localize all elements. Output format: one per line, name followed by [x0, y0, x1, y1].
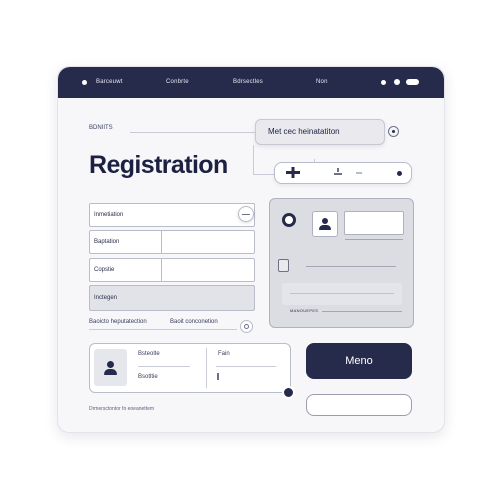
profile-card[interactable]: Bsteolte Bsotltie Fain [89, 343, 291, 393]
dot-icon[interactable] [397, 171, 402, 176]
panel-block [282, 283, 402, 305]
text-cursor-icon [217, 373, 219, 380]
toggle-slider-icon[interactable] [333, 168, 343, 178]
control-bar[interactable] [274, 162, 412, 184]
divider [89, 329, 237, 330]
avatar [312, 211, 338, 237]
nav-item-2[interactable]: Conbrte [166, 79, 189, 85]
panel-input[interactable] [344, 211, 404, 235]
refresh-icon[interactable] [240, 320, 253, 333]
avatar [94, 349, 127, 386]
form-field-1[interactable]: Inmetiation [89, 203, 255, 227]
footer-right-text: Baoit conconetion [170, 319, 218, 325]
plus-icon[interactable] [286, 167, 300, 178]
form-field-4[interactable]: Inctegen [89, 285, 255, 311]
window-dot-icon [82, 80, 87, 85]
window-toggle-icon[interactable] [406, 79, 419, 85]
profile-label-2: Bsotltie [138, 374, 158, 380]
app-window: Barceuwt Conbrte Bdrsectles Non BDNIITS … [57, 66, 445, 433]
divider [138, 366, 190, 367]
title-bar: Barceuwt Conbrte Bdrsectles Non [58, 67, 444, 98]
panel-line [322, 311, 402, 312]
minus-icon[interactable] [355, 169, 363, 177]
panel-line [345, 239, 403, 240]
field-label-3: Copstie [90, 259, 162, 281]
profile-label-1: Bsteolte [138, 351, 160, 357]
user-icon [322, 218, 328, 224]
panel-caption: MANOUEPES [290, 308, 319, 313]
user-icon [107, 361, 114, 368]
lock-icon [278, 259, 289, 272]
connector-line [253, 145, 254, 175]
page-title: Registration [89, 151, 228, 179]
pill-heading-text: Met cec heinatatiton [268, 127, 340, 136]
field-label-2: Baptation [90, 231, 162, 253]
notification-dot-icon[interactable] [381, 80, 386, 85]
form-field-2[interactable]: Baptation [89, 230, 255, 254]
nav-item-1[interactable]: Barceuwt [96, 79, 123, 85]
eyebrow-label: BDNIITS [89, 125, 113, 131]
field-toggle-icon[interactable] [238, 206, 254, 222]
footer-left-text: Baoicto heputatection [89, 319, 147, 325]
handle-dot-icon[interactable] [282, 386, 295, 399]
divider [216, 366, 276, 367]
radio-icon[interactable] [282, 213, 296, 227]
bottom-note: Drmersctontor fo eoeanettem [89, 406, 155, 412]
menu-button[interactable]: Meno [306, 343, 412, 379]
divider [130, 132, 255, 133]
profile-value-1: Fain [218, 351, 230, 357]
preview-panel: MANOUEPES [269, 198, 414, 328]
nav-item-3[interactable]: Bdrsectles [233, 79, 263, 85]
form-field-3[interactable]: Copstie [89, 258, 255, 282]
field-label-1: Inmetiation [94, 212, 124, 218]
field-label-4: Inctegen [94, 295, 118, 301]
pill-heading-box[interactable]: Met cec heinatatiton [255, 119, 399, 145]
target-icon[interactable] [388, 126, 399, 137]
connector-line [253, 174, 274, 175]
secondary-button[interactable] [306, 394, 412, 416]
nav-item-4[interactable]: Non [316, 79, 328, 85]
profile-dot-icon[interactable] [394, 79, 400, 85]
divider [206, 348, 207, 388]
panel-line [306, 266, 396, 267]
